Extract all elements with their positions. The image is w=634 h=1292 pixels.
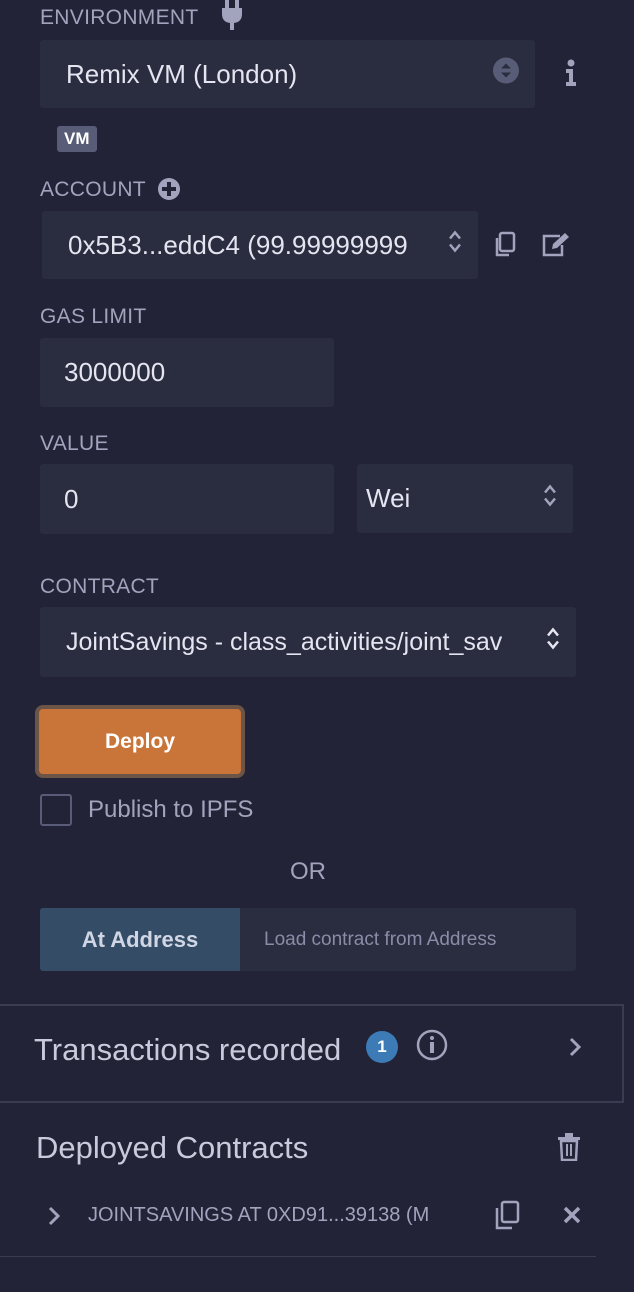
info-icon[interactable] xyxy=(558,58,584,88)
vm-badge: VM xyxy=(57,126,97,152)
address-input[interactable]: Load contract from Address xyxy=(240,908,576,971)
deployed-contract-label: JOINTSAVINGS AT 0XD91...39138 (M xyxy=(88,1204,430,1226)
copy-icon[interactable] xyxy=(492,230,518,260)
or-separator: OR xyxy=(290,858,326,885)
close-icon[interactable] xyxy=(562,1205,582,1225)
gas-limit-label: GAS LIMIT xyxy=(40,305,147,328)
environment-label: ENVIRONMENT xyxy=(40,6,199,29)
deploy-button[interactable]: Deploy xyxy=(35,705,245,778)
deployed-contract-row[interactable]: JOINTSAVINGS AT 0XD91...39138 (M xyxy=(0,1185,600,1247)
transactions-count-badge: 1 xyxy=(366,1031,398,1063)
at-address-button[interactable]: At Address xyxy=(40,908,240,971)
chevron-updown-icon xyxy=(543,482,557,515)
copy-icon[interactable] xyxy=(492,1199,522,1233)
transactions-recorded-title[interactable]: Transactions recorded xyxy=(34,1032,341,1068)
environment-value: Remix VM (London) xyxy=(66,58,298,89)
publish-ipfs-checkbox[interactable] xyxy=(40,794,72,826)
value-label: VALUE xyxy=(40,432,109,455)
divider xyxy=(0,1101,624,1103)
account-value: 0x5B3...eddC4 (99.99999999 xyxy=(68,229,408,260)
contract-label: CONTRACT xyxy=(40,575,160,598)
add-account-icon[interactable] xyxy=(157,177,181,201)
chevron-updown-icon xyxy=(448,229,462,262)
deployed-contracts-title: Deployed Contracts xyxy=(36,1130,309,1165)
chevron-right-icon[interactable] xyxy=(566,1036,584,1058)
account-label: ACCOUNT xyxy=(40,178,146,201)
info-circle-icon[interactable] xyxy=(416,1029,448,1061)
contract-select[interactable]: JointSavings - class_activities/joint_sa… xyxy=(40,607,576,677)
divider xyxy=(0,1256,596,1257)
divider xyxy=(0,1004,624,1006)
unit-value: Wei xyxy=(366,483,411,513)
trash-icon[interactable] xyxy=(556,1133,582,1161)
publish-ipfs-label: Publish to IPFS xyxy=(88,796,254,823)
chevron-right-icon[interactable] xyxy=(46,1205,62,1227)
value-input[interactable]: 0 xyxy=(40,464,334,534)
sort-icon xyxy=(493,57,519,91)
account-select[interactable]: 0x5B3...eddC4 (99.99999999 xyxy=(42,211,478,279)
value-amount: 0 xyxy=(64,483,79,514)
plug-icon xyxy=(218,0,246,30)
gas-limit-value: 3000000 xyxy=(64,357,166,387)
edit-icon[interactable] xyxy=(540,231,570,259)
environment-select[interactable]: Remix VM (London) xyxy=(40,40,535,108)
contract-value: JointSavings - class_activities/joint_sa… xyxy=(66,627,503,656)
unit-select[interactable]: Wei xyxy=(357,464,573,533)
chevron-updown-icon xyxy=(546,626,560,659)
divider xyxy=(622,1004,624,1102)
gas-limit-input[interactable]: 3000000 xyxy=(40,338,334,407)
